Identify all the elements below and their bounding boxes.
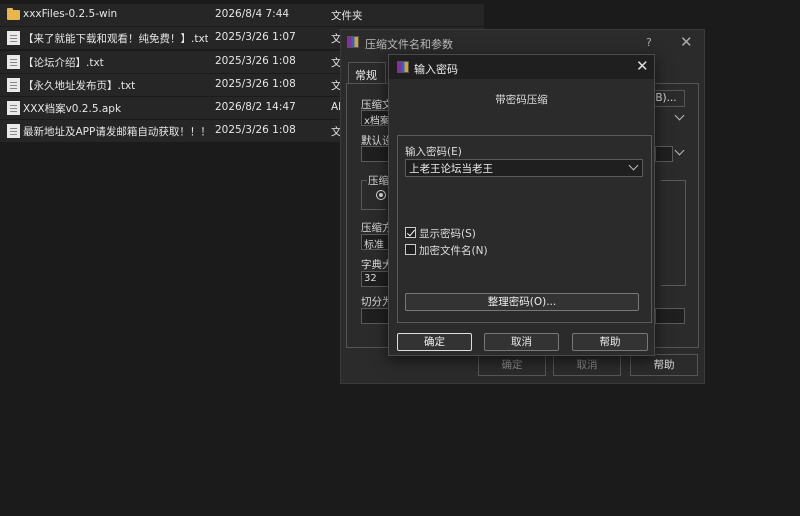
winrar-icon bbox=[397, 61, 409, 73]
file-name: 【来了就能下载和观看！纯免费！】.txt bbox=[23, 33, 208, 46]
file-row[interactable]: xxxFiles-0.2.5-win 2026/8/4 7:44 文件夹 bbox=[0, 4, 484, 26]
password-label: 输入密码(E) bbox=[405, 146, 462, 158]
archive-name-field[interactable]: x档案 bbox=[361, 110, 391, 126]
cancel-button[interactable]: 取消 bbox=[484, 333, 559, 351]
file-date: 2025/3/26 1:07 bbox=[215, 31, 296, 44]
show-password-checkbox[interactable] bbox=[405, 227, 416, 238]
close-icon[interactable]: ✕ bbox=[680, 33, 693, 51]
cancel-button[interactable]: 取消 bbox=[553, 354, 621, 376]
dialog-title: 输入密码 bbox=[414, 63, 458, 76]
encrypt-names-checkbox[interactable] bbox=[405, 244, 416, 255]
help-button[interactable]: 帮助 bbox=[630, 354, 698, 376]
encrypt-names-label: 加密文件名(N) bbox=[419, 245, 488, 257]
password-input[interactable]: 上老王论坛当老王 bbox=[405, 159, 643, 177]
file-date: 2025/3/26 1:08 bbox=[215, 124, 296, 137]
file-date: 2025/3/26 1:08 bbox=[215, 77, 296, 90]
text-file-icon bbox=[7, 124, 20, 139]
dialog-subtitle: 带密码压缩 bbox=[495, 94, 548, 106]
file-name: xxxFiles-0.2.5-win bbox=[23, 8, 118, 20]
dialog-title: 压缩文件名和参数 bbox=[365, 38, 453, 51]
help-button[interactable]: 帮助 bbox=[572, 333, 648, 351]
organize-passwords-button[interactable]: 整理密码(O)... bbox=[405, 293, 639, 311]
ok-button[interactable]: 确定 bbox=[397, 333, 472, 351]
file-date: 2025/3/26 1:08 bbox=[215, 54, 296, 67]
text-file-icon bbox=[7, 77, 20, 92]
split-field-right[interactable] bbox=[655, 308, 685, 324]
text-file-icon bbox=[7, 54, 20, 69]
method-field[interactable]: 标准 bbox=[361, 234, 391, 250]
file-icon bbox=[7, 101, 20, 116]
file-name: 最新地址及APP请发邮箱自动获取！！！.... bbox=[23, 126, 208, 139]
close-icon[interactable]: ✕ bbox=[636, 57, 649, 75]
dict-field[interactable]: 32 bbox=[361, 271, 391, 287]
winrar-icon bbox=[347, 36, 359, 48]
split-field[interactable] bbox=[361, 308, 391, 324]
ok-button[interactable]: 确定 bbox=[478, 354, 546, 376]
file-type: 文件夹 bbox=[331, 10, 363, 22]
file-name: 【永久地址发布页】.txt bbox=[23, 79, 136, 92]
format-radio[interactable] bbox=[376, 190, 386, 200]
file-name: 【论坛介绍】.txt bbox=[23, 56, 104, 69]
help-icon[interactable]: ? bbox=[646, 36, 652, 49]
options-group bbox=[661, 180, 686, 286]
tab-general[interactable]: 常规 bbox=[348, 62, 386, 84]
file-date: 2026/8/4 7:44 bbox=[215, 8, 290, 20]
text-file-icon bbox=[7, 31, 20, 46]
profile-field[interactable] bbox=[361, 146, 391, 162]
show-password-label: 显示密码(S) bbox=[419, 228, 476, 240]
file-date: 2026/8/2 14:47 bbox=[215, 101, 296, 114]
folder-icon bbox=[7, 8, 20, 20]
password-dialog: 输入密码 ✕ 带密码压缩 输入密码(E) 上老王论坛当老王 显示密码(S) 加密… bbox=[388, 54, 655, 356]
file-name: XXX档案v0.2.5.apk bbox=[23, 103, 122, 116]
profile-field-right[interactable] bbox=[655, 146, 673, 162]
